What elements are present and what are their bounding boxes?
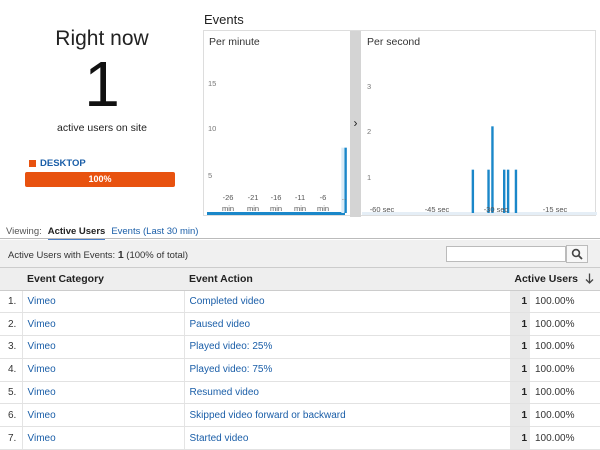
row-event-category[interactable]: Vimeo — [21, 290, 184, 314]
table-search-input[interactable] — [446, 246, 566, 262]
per-second-x-tick: -60 sec — [370, 205, 395, 214]
row-active-users-pct: 100.00% — [530, 290, 600, 314]
tab-divider — [0, 238, 600, 239]
per-minute-x-tick: .. — [342, 193, 346, 202]
row-index: 6. — [0, 403, 22, 428]
per-minute-y-tick: 15 — [208, 79, 216, 88]
header-index — [0, 268, 22, 291]
active-users-count: 1 — [84, 48, 120, 120]
per-minute-label: Per minute — [209, 36, 260, 48]
row-index: 5. — [0, 381, 22, 405]
row-active-users-pct: 100.00% — [530, 335, 600, 359]
tab-events-last-30-min[interactable]: Events (Last 30 min) — [111, 226, 198, 237]
table-row: 2. Vimeo Paused video 1 100.00% — [0, 312, 600, 337]
per-second-y-tick: 1 — [367, 173, 371, 182]
header-active-users-label: Active Users — [514, 272, 578, 285]
per-second-x-tick: -45 sec — [425, 205, 450, 214]
per-minute-x-tick-unit: min — [270, 204, 282, 213]
row-index: 7. — [0, 426, 22, 450]
table-row: 3. Vimeo Played video: 25% 1 100.00% — [0, 335, 600, 359]
row-event-action[interactable]: Resumed video — [183, 381, 510, 405]
header-active-users[interactable]: Active Users — [510, 268, 600, 291]
row-event-category[interactable]: Vimeo — [21, 381, 184, 405]
per-second-x-tick: -15 sec — [543, 205, 568, 214]
per-second-y-tick: 3 — [367, 82, 371, 91]
per-minute-x-tick-unit: min — [222, 204, 234, 213]
row-active-users-pct: 100.00% — [530, 403, 600, 428]
device-share-bar: 100% — [25, 172, 175, 187]
events-chart: › Per minute Per second 15 10 5 3 2 1 -26 min -21 mi… — [203, 30, 597, 217]
per-second-x-tick: -30 sec — [484, 205, 509, 214]
row-active-users: 1 — [510, 403, 530, 428]
table-row: 6. Vimeo Skipped video forward or backward… — [0, 403, 600, 428]
table-row: 5. Vimeo Resumed video 1 100.00% — [0, 381, 600, 405]
row-event-category[interactable]: Vimeo — [21, 426, 184, 450]
row-event-action[interactable]: Started video — [183, 426, 510, 450]
expand-arrow-icon: › — [354, 116, 358, 130]
row-active-users: 1 — [510, 335, 530, 359]
per-minute-x-tick: -6 — [320, 193, 327, 202]
events-chart-svg: › Per minute Per second 15 10 5 3 2 1 -26 min -21 mi… — [207, 31, 597, 217]
per-second-bar — [471, 169, 475, 213]
table-summary-prefix: Active Users with Events: — [8, 250, 116, 261]
row-active-users-pct: 100.00% — [530, 381, 600, 405]
header-event-category[interactable]: Event Category — [22, 268, 184, 291]
row-index: 3. — [0, 335, 22, 359]
per-minute-x-tick: -26 — [223, 193, 234, 202]
row-active-users-pct: 100.00% — [530, 358, 600, 382]
table-header-row: Event Category Event Action Active Users — [0, 268, 600, 291]
per-minute-bar-fade — [341, 147, 345, 213]
sort-desc-icon — [585, 273, 594, 284]
device-legend[interactable]: DESKTOP — [29, 158, 86, 169]
device-swatch — [29, 160, 36, 167]
row-event-category[interactable]: Vimeo — [21, 403, 184, 428]
table-summary-text: Active Users with Events: 1 (100% of tot… — [8, 249, 188, 261]
per-second-y-tick: 2 — [367, 127, 371, 136]
table-row: 4. Vimeo Played video: 75% 1 100.00% — [0, 358, 600, 382]
table-row: 1. Vimeo Completed video 1 100.00% — [0, 290, 600, 314]
per-minute-x-tick-unit: min — [317, 204, 329, 213]
per-minute-x-tick-unit: min — [247, 204, 259, 213]
events-table: Event Category Event Action Active Users… — [0, 268, 600, 450]
row-event-category[interactable]: Vimeo — [21, 335, 184, 359]
viewing-label: Viewing: — [6, 226, 42, 237]
per-minute-y-tick: 10 — [208, 124, 216, 133]
row-event-action[interactable]: Paused video — [183, 312, 510, 337]
search-icon — [571, 248, 583, 260]
row-event-action[interactable]: Played video: 25% — [183, 335, 510, 359]
per-second-bar — [491, 126, 494, 213]
table-summary-pct: (100% of total) — [126, 250, 189, 261]
row-event-action[interactable]: Skipped video forward or backward — [183, 403, 510, 428]
row-active-users: 1 — [510, 290, 530, 314]
row-event-action[interactable]: Played video: 75% — [183, 358, 510, 382]
row-active-users-pct: 100.00% — [530, 312, 600, 337]
row-active-users: 1 — [510, 358, 530, 382]
table-summary-count: 1 — [117, 249, 124, 261]
row-event-action[interactable]: Completed video — [183, 290, 510, 314]
row-active-users: 1 — [510, 426, 530, 450]
per-minute-x-tick: -11 — [295, 193, 305, 202]
per-second-bar — [514, 169, 518, 213]
per-second-label: Per second — [367, 36, 420, 48]
row-active-users: 1 — [510, 381, 530, 405]
device-label[interactable]: DESKTOP — [40, 158, 86, 169]
row-event-category[interactable]: Vimeo — [21, 312, 184, 337]
table-summary-bar: Active Users with Events: 1 (100% of tot… — [0, 240, 600, 268]
events-title: Events — [204, 12, 244, 27]
per-minute-x-tick: -21 — [248, 193, 259, 202]
row-index: 4. — [0, 358, 22, 382]
header-event-action[interactable]: Event Action — [184, 268, 510, 291]
row-active-users: 1 — [510, 312, 530, 337]
table-row: 7. Vimeo Started video 1 100.00% — [0, 426, 600, 450]
row-index: 2. — [0, 312, 22, 337]
per-minute-x-tick: -16 — [271, 193, 282, 202]
row-index: 1. — [0, 290, 22, 314]
search-button[interactable] — [566, 245, 588, 263]
per-minute-x-tick-unit: min — [294, 204, 306, 213]
row-active-users-pct: 100.00% — [530, 426, 600, 450]
row-event-category[interactable]: Vimeo — [21, 358, 184, 382]
per-minute-bar — [344, 147, 347, 213]
per-minute-y-tick: 5 — [208, 171, 212, 180]
active-users-subtitle: active users on site — [57, 122, 147, 134]
